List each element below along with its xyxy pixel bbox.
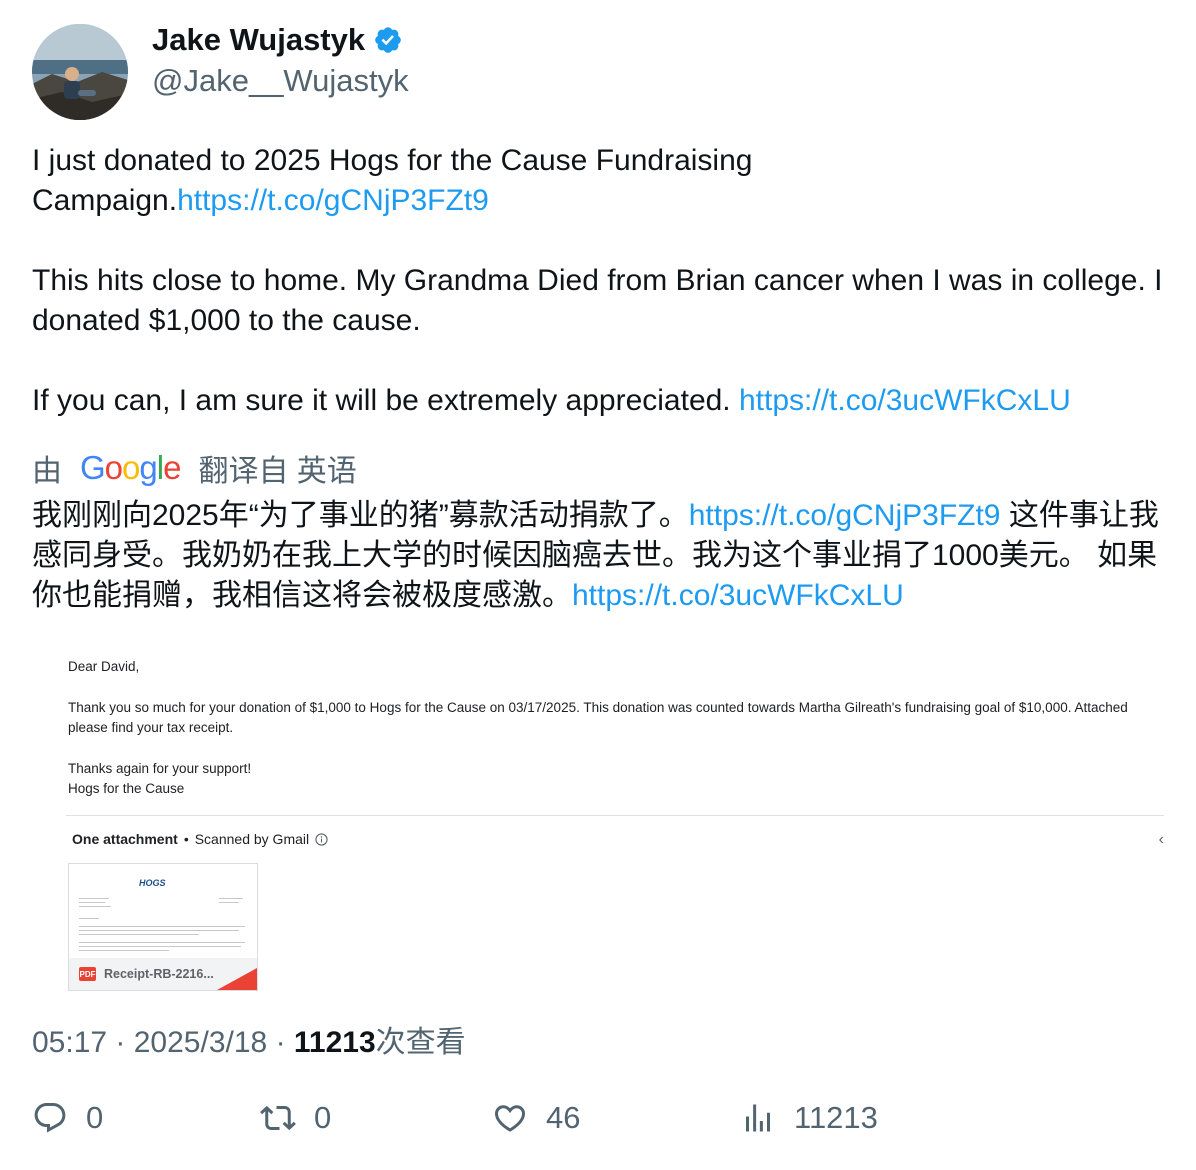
- tweet-link-2[interactable]: https://t.co/3ucWFkCxLU: [739, 384, 1071, 417]
- translated-link-2[interactable]: https://t.co/3ucWFkCxLU: [572, 579, 904, 612]
- email-divider: [66, 815, 1164, 816]
- translation-suffix: 翻译自 英语: [198, 455, 357, 488]
- hogs-logo: HOGS: [139, 878, 166, 888]
- verified-badge-icon[interactable]: [373, 25, 403, 55]
- attachment-name: Receipt-RB-2216...: [104, 967, 214, 981]
- tweet-meta: 05:17 · 2025/3/18 · 11213次查看: [32, 1017, 466, 1061]
- retweet-icon: [260, 1105, 296, 1131]
- avatar-photo: [32, 24, 128, 120]
- tweet-paragraph-3-text: If you can, I am sure it will be extreme…: [32, 384, 739, 417]
- info-icon: [315, 832, 328, 846]
- scanned-by-gmail: Scanned by Gmail: [194, 831, 310, 847]
- email-thanks: Thanks again for your support!: [68, 761, 252, 776]
- analytics-icon: [746, 1104, 770, 1132]
- heart-icon: [494, 1105, 526, 1132]
- tweet-paragraph-3: If you can, I am sure it will be extreme…: [32, 381, 1172, 421]
- avatar[interactable]: [32, 24, 128, 120]
- tweet-link-1[interactable]: https://t.co/gCNjP3FZt9: [177, 184, 489, 217]
- google-logo-icon: Google: [80, 449, 181, 486]
- reply-icon: [34, 1103, 66, 1133]
- tweet-view-count: 11213: [293, 1026, 376, 1059]
- tweet-text: I just donated to 2025 Hogs for the Caus…: [32, 141, 1172, 421]
- translated-text-1: 我刚刚向2025年“为了事业的猪”募款活动捐款了。: [32, 499, 689, 532]
- translated-text: 我刚刚向2025年“为了事业的猪”募款活动捐款了。https://t.co/gC…: [32, 496, 1172, 616]
- views-count: 11213: [794, 1100, 878, 1135]
- tweet-view-label: 次查看: [375, 1026, 466, 1059]
- reply-button[interactable]: 0: [32, 1100, 103, 1136]
- translation-prefix: 由: [32, 455, 62, 488]
- tweet-paragraph-1: I just donated to 2025 Hogs for the Caus…: [32, 141, 1172, 221]
- separator-dot: •: [183, 831, 189, 847]
- attachment-header: One attachment • Scanned by Gmail: [72, 831, 328, 847]
- tweet-time[interactable]: 05:17: [32, 1026, 107, 1059]
- chevron-left-icon: ‹: [1158, 831, 1164, 848]
- author-display-name[interactable]: Jake Wujastyk: [152, 22, 365, 58]
- reply-count: 0: [86, 1100, 104, 1135]
- author-handle[interactable]: @Jake__Wujastyk: [152, 63, 409, 99]
- email-signature: Hogs for the Cause: [68, 781, 185, 796]
- meta-separator: ·: [115, 1026, 134, 1059]
- like-button[interactable]: 46: [492, 1100, 580, 1136]
- like-count: 46: [546, 1100, 581, 1135]
- email-body-line-2: please find your tax receipt.: [68, 720, 234, 735]
- attachment-corner: [217, 968, 257, 990]
- tweet-media-image[interactable]: Dear David, Thank you so much for your d…: [66, 655, 1164, 995]
- views-button[interactable]: 11213: [740, 1100, 878, 1136]
- translated-link-1[interactable]: https://t.co/gCNjP3FZt9: [689, 499, 1001, 532]
- email-greeting: Dear David,: [68, 659, 140, 674]
- attachment-card[interactable]: HOGS PDF Receipt-RB-2216...: [68, 863, 258, 991]
- retweet-button[interactable]: 0: [260, 1100, 331, 1136]
- action-bar: 0 0 46 11213: [0, 1100, 1196, 1150]
- pdf-icon: PDF: [79, 967, 96, 981]
- email-body-line-1: Thank you so much for your donation of $…: [68, 700, 1128, 715]
- tweet-paragraph-2: This hits close to home. My Grandma Died…: [32, 264, 1163, 337]
- retweet-count: 0: [314, 1100, 332, 1135]
- meta-separator: ·: [275, 1026, 294, 1059]
- translation-header: 由 Google 翻译自 英语: [32, 446, 357, 490]
- attachment-count: One attachment: [72, 831, 178, 847]
- attachment-thumbnail: HOGS: [69, 864, 257, 958]
- tweet-date[interactable]: 2025/3/18: [134, 1026, 267, 1059]
